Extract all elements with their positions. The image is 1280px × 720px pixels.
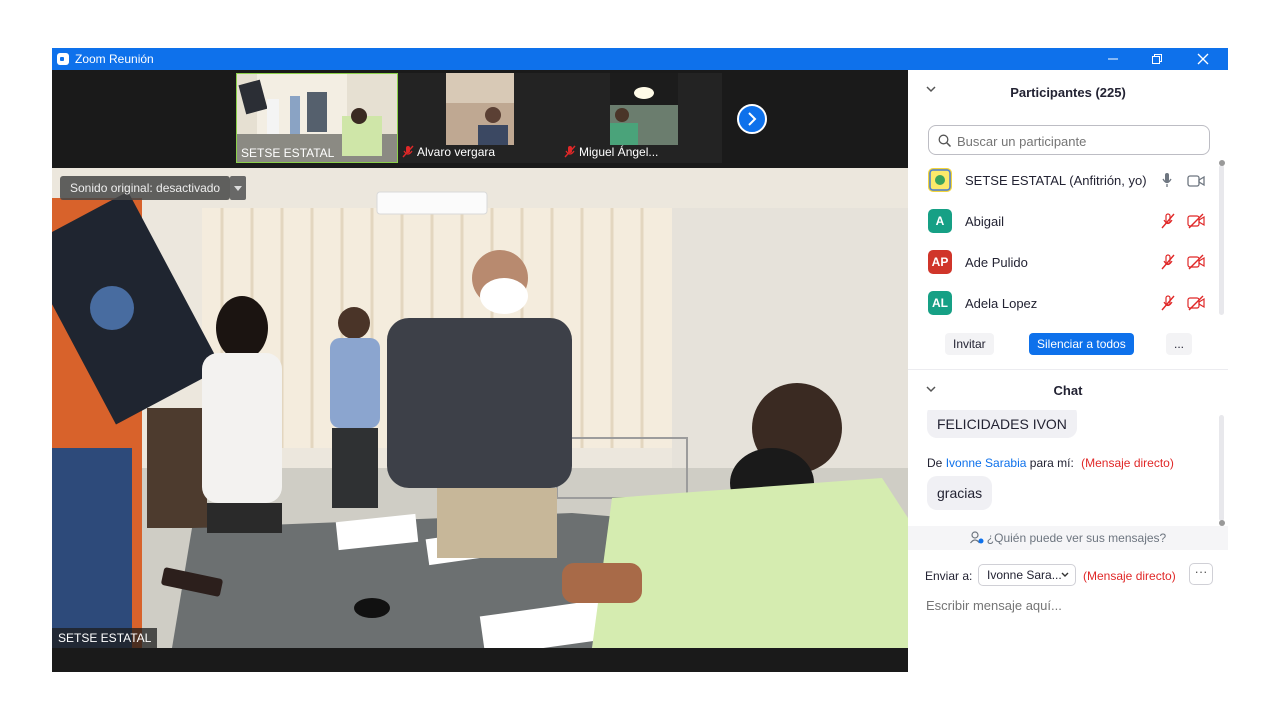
minimize-button[interactable] xyxy=(1090,48,1136,70)
from-prefix: De xyxy=(927,456,943,470)
participant-name: Adela Lopez xyxy=(965,296,1038,311)
video-area: SETSE ESTATAL Alvaro vergara Miguel Ánge… xyxy=(52,70,908,672)
thumbnail-strip: SETSE ESTATAL Alvaro vergara Miguel Ánge… xyxy=(52,70,908,166)
mute-all-button[interactable]: Silenciar a todos xyxy=(1029,333,1134,355)
invite-button[interactable]: Invitar xyxy=(945,333,994,355)
chevron-right-icon xyxy=(748,112,757,126)
sound-options-dropdown[interactable] xyxy=(230,176,246,200)
who-can-see-text: ¿Quién puede ver sus mensajes? xyxy=(986,531,1167,545)
direct-message-tag: (Mensaje directo) xyxy=(1081,456,1174,470)
direct-message-tag: (Mensaje directo) xyxy=(1083,569,1176,583)
participants-more-button[interactable]: ... xyxy=(1166,333,1193,355)
participant-row[interactable]: AL Adela Lopez xyxy=(908,283,1218,318)
participant-search[interactable] xyxy=(928,125,1210,155)
zoom-logo-icon xyxy=(57,53,69,65)
video-off-icon[interactable] xyxy=(1187,254,1205,275)
thumbnail-name: SETSE ESTATAL xyxy=(241,146,335,160)
participants-header: Participantes (225) xyxy=(908,70,1228,114)
sender-name[interactable]: Ivonne Sarabia xyxy=(946,456,1027,470)
chevron-down-icon xyxy=(1061,572,1069,577)
avatar: AP xyxy=(928,250,952,274)
participant-list: SETSE ESTATAL (Anfitrión, yo) A Abigail xyxy=(908,160,1218,318)
chat-more-button[interactable]: ··· xyxy=(1189,563,1213,585)
participant-name: Abigail xyxy=(965,214,1005,229)
search-input[interactable] xyxy=(955,130,1199,152)
muted-mic-icon xyxy=(402,145,414,161)
muted-mic-icon[interactable] xyxy=(1161,213,1175,234)
thumbnail-video[interactable]: SETSE ESTATAL xyxy=(236,73,398,163)
avatar xyxy=(928,168,952,192)
thumbnail-name: Miguel Ángel... xyxy=(579,145,659,159)
thumbnail-name: Alvaro vergara xyxy=(417,145,496,159)
speaker-name-label: SETSE ESTATAL xyxy=(52,628,158,648)
who-can-see-link[interactable]: ¿Quién puede ver sus mensajes? xyxy=(908,526,1228,550)
title-bar: Zoom Reunión xyxy=(52,48,1228,70)
participants-title: Participantes (225) xyxy=(1010,85,1126,100)
avatar: A xyxy=(928,209,952,233)
original-sound-toggle[interactable]: Sonido original: desactivado xyxy=(60,176,231,200)
next-page-button[interactable] xyxy=(737,104,767,134)
side-panel: Participantes (225) SETSE ESTATAL (Anfit… xyxy=(908,70,1228,672)
participant-row[interactable]: SETSE ESTATAL (Anfitrión, yo) xyxy=(908,160,1218,200)
recipient-dropdown[interactable]: Ivonne Sara... xyxy=(978,564,1076,586)
mic-icon[interactable] xyxy=(1161,172,1173,193)
send-to-row: Enviar a: Ivonne Sara... (Mensaje direct… xyxy=(908,562,1228,590)
chat-header: Chat xyxy=(908,370,1228,410)
chat-scrollbar[interactable] xyxy=(1219,415,1225,526)
participant-name: Ade Pulido xyxy=(965,255,1028,270)
recipient-value: Ivonne Sara... xyxy=(987,568,1062,582)
main-video-scene xyxy=(52,168,908,648)
window-title: Zoom Reunión xyxy=(75,52,154,66)
participant-scrollbar[interactable] xyxy=(1219,160,1225,315)
video-off-icon[interactable] xyxy=(1187,213,1205,234)
chat-sender-line: De Ivonne Sarabia para mí: (Mensaje dire… xyxy=(927,456,1174,470)
chat-messages: FELICIDADES IVON De Ivonne Sarabia para … xyxy=(908,410,1218,526)
send-to-label: Enviar a: xyxy=(925,569,973,583)
close-button[interactable] xyxy=(1180,48,1226,70)
thumbnail-video[interactable]: Miguel Ángel... xyxy=(560,73,722,163)
participant-row[interactable]: AP Ade Pulido xyxy=(908,242,1218,282)
chat-title: Chat xyxy=(1053,383,1083,398)
muted-mic-icon xyxy=(564,145,576,161)
muted-mic-icon[interactable] xyxy=(1161,295,1175,316)
restore-button[interactable] xyxy=(1134,48,1180,70)
video-off-icon[interactable] xyxy=(1187,295,1205,316)
main-video[interactable]: Sonido original: desactivado SETSE ESTAT… xyxy=(52,168,908,648)
search-icon xyxy=(938,134,952,148)
video-camera-icon[interactable] xyxy=(1187,174,1205,192)
zoom-window: Zoom Reunión SETSE ESTATAL Alvaro vergar… xyxy=(52,48,1228,672)
thumbnail-video[interactable]: Alvaro vergara xyxy=(398,73,560,163)
person-lock-icon xyxy=(969,531,984,544)
muted-mic-icon[interactable] xyxy=(1161,254,1175,275)
from-suffix: para mí: xyxy=(1029,456,1074,470)
chat-message: FELICIDADES IVON xyxy=(927,410,1077,438)
video-bottom-bar xyxy=(52,648,908,672)
avatar: AL xyxy=(928,291,952,315)
participant-name: SETSE ESTATAL (Anfitrión, yo) xyxy=(965,173,1147,188)
participant-row[interactable]: A Abigail xyxy=(908,201,1218,241)
chat-message-input[interactable] xyxy=(924,592,1218,618)
chat-message: gracias xyxy=(927,476,993,510)
